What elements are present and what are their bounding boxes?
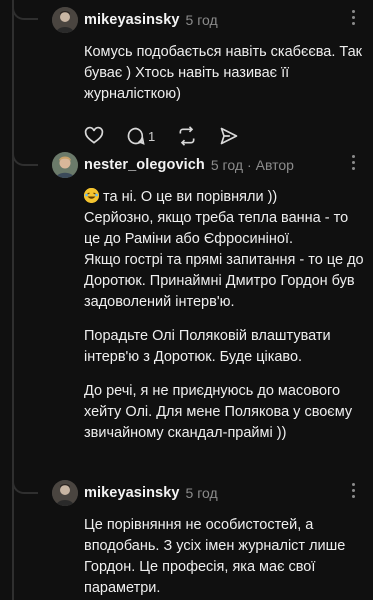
comment: mikeyasinsky 5 год Комусь подобається на… [52, 6, 365, 147]
thread-connector [12, 148, 38, 166]
repost-icon [179, 126, 195, 146]
comment-text: Комусь подобається навіть скабєєва. Так … [84, 44, 363, 102]
comment-text: та ні. О це ви порівняли )) Серйозно, як… [84, 189, 364, 310]
timestamp: 5 год [210, 157, 243, 173]
avatar[interactable] [52, 7, 78, 33]
reply-button[interactable]: 1 [126, 126, 155, 146]
share-button[interactable] [219, 126, 239, 146]
comment-body: Комусь подобається навіть скабєєва. Так … [52, 42, 365, 105]
author-badge: Автор [255, 157, 294, 173]
comment-body: та ні. О це ви порівняли )) Серйозно, як… [52, 187, 365, 444]
comment-text: До речі, я не приєднуюсь до масового хей… [84, 383, 353, 441]
username[interactable]: mikeyasinsky [84, 12, 180, 28]
laughing-emoji-icon [84, 188, 99, 203]
avatar[interactable] [52, 480, 78, 506]
avatar[interactable] [52, 152, 78, 178]
send-icon [220, 127, 238, 145]
user-avatar-icon [52, 152, 78, 178]
more-options-icon[interactable] [343, 483, 363, 503]
heart-icon [84, 126, 104, 144]
timestamp: 5 год [185, 485, 218, 501]
repost-button[interactable] [177, 126, 197, 146]
username[interactable]: nester_olegovich [84, 157, 205, 173]
comment-icon [127, 127, 145, 145]
comment: mikeyasinsky 5 год Це порівняння не особ… [52, 479, 365, 599]
comment-text: Це порівняння не особистостей, а вподоба… [84, 517, 346, 596]
more-options-icon[interactable] [343, 10, 363, 30]
user-avatar-icon [52, 480, 78, 506]
comment-body: Це порівняння не особистостей, а вподоба… [52, 515, 365, 599]
comment-actions: 1 [52, 125, 365, 147]
comment-text: Порадьте Олі Поляковій влаштувати інтерв… [84, 328, 331, 365]
thread-line [12, 0, 14, 600]
thread-connector [12, 476, 38, 494]
timestamp: 5 год [185, 12, 218, 28]
username[interactable]: mikeyasinsky [84, 485, 180, 501]
comment: nester_olegovich 5 год · Автор та ні. О … [52, 151, 365, 444]
user-avatar-icon [52, 7, 78, 33]
reply-count: 1 [148, 128, 156, 144]
like-button[interactable] [84, 126, 104, 146]
thread-connector [12, 2, 38, 20]
more-options-icon[interactable] [343, 155, 363, 175]
